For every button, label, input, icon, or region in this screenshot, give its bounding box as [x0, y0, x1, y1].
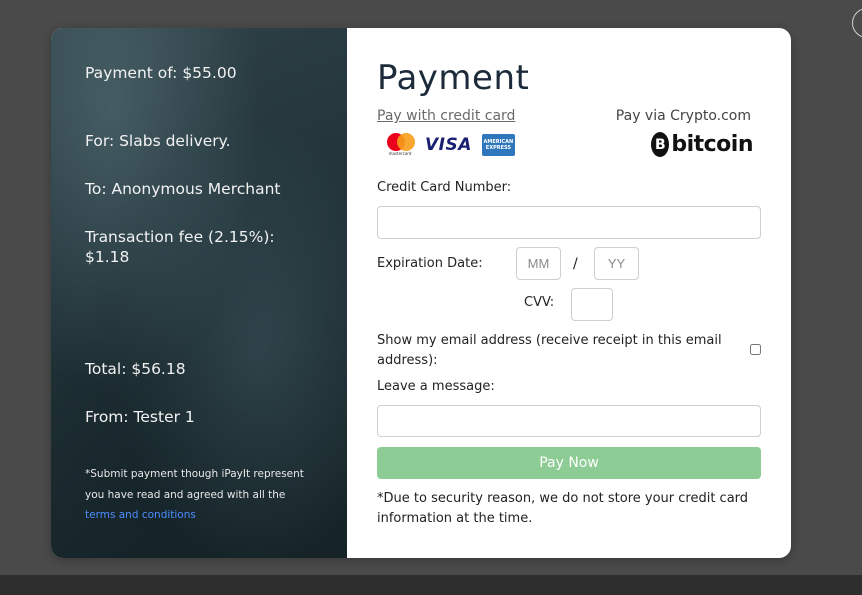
pay-via-crypto-tab[interactable]: Pay via Crypto.com	[616, 108, 751, 124]
pay-now-button[interactable]: Pay Now	[377, 447, 761, 479]
terms-notice: *Submit payment though iPayIt represent …	[85, 464, 315, 526]
payment-purpose: For: Slabs delivery.	[85, 132, 231, 150]
payment-total: Total: $56.18	[85, 360, 186, 378]
cvv-input[interactable]	[571, 288, 613, 321]
transaction-fee: Transaction fee (2.15%): $1.18	[85, 228, 275, 266]
message-input[interactable]	[377, 405, 761, 437]
payment-recipient: To: Anonymous Merchant	[85, 180, 281, 198]
bitcoin-wordmark: bitcoin	[671, 132, 753, 157]
card-brand-logos: mastercard VISA AMERICAN EXPRESS	[385, 132, 515, 158]
expiration-date-label: Expiration Date:	[377, 256, 483, 271]
card-number-input[interactable]	[377, 206, 761, 239]
expiry-year-input[interactable]	[594, 247, 639, 280]
expiry-separator: /	[573, 256, 578, 272]
bitcoin-icon: B	[651, 132, 670, 157]
terms-link[interactable]: terms and conditions	[85, 509, 196, 521]
show-email-label: Show my email address (receive receipt i…	[377, 333, 722, 368]
bottom-bar	[0, 575, 862, 595]
bitcoin-logo[interactable]: B bitcoin	[651, 132, 753, 157]
visa-icon: VISA	[425, 135, 472, 155]
page-title: Payment	[377, 58, 530, 98]
cvv-label: CVV:	[524, 295, 555, 310]
security-note: *Due to security reason, we do not store…	[377, 491, 749, 526]
payment-form-panel: Payment Pay with credit card Pay via Cry…	[347, 28, 791, 558]
payment-amount: Payment of: $55.00	[85, 64, 237, 82]
pay-with-card-tab[interactable]: Pay with credit card	[377, 108, 515, 124]
expiry-month-input[interactable]	[516, 247, 561, 280]
payment-summary-panel: Payment of: $55.00 For: Slabs delivery. …	[51, 28, 347, 558]
terms-notice-text: *Submit payment though iPayIt represent …	[85, 468, 304, 501]
card-number-label: Credit Card Number:	[377, 180, 512, 195]
message-label: Leave a message:	[377, 379, 495, 394]
amex-icon: AMERICAN EXPRESS	[481, 134, 515, 156]
payment-sender: From: Tester 1	[85, 408, 195, 426]
payment-modal: Payment of: $55.00 For: Slabs delivery. …	[51, 28, 791, 558]
show-email-checkbox[interactable]	[750, 344, 761, 355]
decorative-circle	[852, 8, 862, 38]
mastercard-icon: mastercard	[385, 133, 415, 157]
